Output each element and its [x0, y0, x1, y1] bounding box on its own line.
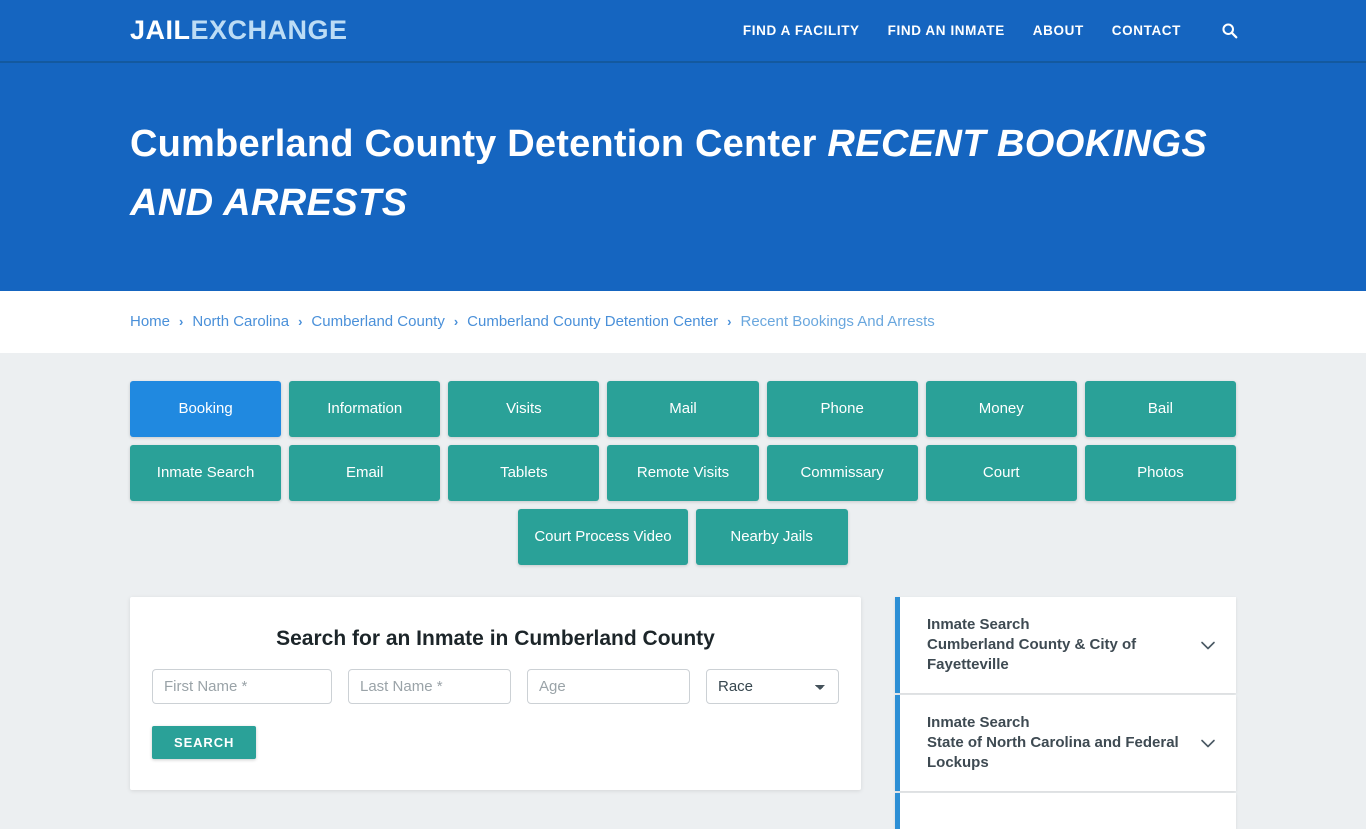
logo-text-primary: JAIL	[130, 15, 191, 45]
breadcrumb-item-home[interactable]: Home	[130, 313, 170, 330]
breadcrumb-separator-icon: ›	[727, 314, 732, 330]
tile-row-2: Inmate Search Email Tablets Remote Visit…	[130, 444, 1236, 501]
tile-commissary[interactable]: Commissary	[766, 444, 918, 501]
chevron-down-icon[interactable]	[1198, 733, 1218, 753]
accordion-item-state-federal[interactable]: Inmate Search State of North Carolina an…	[895, 695, 1236, 792]
tile-court[interactable]: Court	[925, 444, 1077, 501]
accordion-item-county-fayetteville[interactable]: Inmate Search Cumberland County & City o…	[895, 596, 1236, 694]
site-logo[interactable]: JAILEXCHANGE	[130, 15, 348, 46]
tile-row-1: Booking Information Visits Mail Phone Mo…	[130, 380, 1236, 437]
accordion-line-1: Inmate Search	[927, 714, 1030, 732]
accordion-line-1: Inmate Search	[927, 615, 1030, 633]
main-content: Booking Information Visits Mail Phone Mo…	[0, 353, 1366, 829]
site-header: JAILEXCHANGE FIND A FACILITY FIND AN INM…	[0, 0, 1366, 63]
breadcrumb-item-detention-center[interactable]: Cumberland County Detention Center	[467, 313, 718, 330]
breadcrumb-bar: Home › North Carolina › Cumberland Count…	[0, 290, 1366, 353]
nav-item-about[interactable]: ABOUT	[1033, 23, 1084, 38]
tile-booking[interactable]: Booking	[130, 380, 282, 437]
tile-bail[interactable]: Bail	[1084, 380, 1236, 437]
tile-tablets[interactable]: Tablets	[448, 444, 600, 501]
logo-text-secondary: EXCHANGE	[190, 15, 348, 45]
accordion-item-label: Inmate Search Cumberland County & City o…	[927, 615, 1188, 675]
tile-court-process-video[interactable]: Court Process Video	[518, 508, 688, 565]
race-select[interactable]: Race	[706, 668, 839, 704]
accordion-line-2: State of North Carolina and Federal Lock…	[927, 734, 1179, 772]
page-title-main: Cumberland County Detention Center	[130, 123, 817, 165]
hero-banner: Cumberland County Detention Center RECEN…	[0, 63, 1366, 291]
tile-money[interactable]: Money	[925, 380, 1077, 437]
content-columns: Search for an Inmate in Cumberland Count…	[130, 596, 1236, 829]
breadcrumb-item-cumberland-county[interactable]: Cumberland County	[311, 313, 444, 330]
search-submit-button[interactable]: SEARCH	[152, 725, 257, 759]
nav-item-find-an-inmate[interactable]: FIND AN INMATE	[888, 23, 1005, 38]
tile-email[interactable]: Email	[289, 444, 441, 501]
search-card-heading: Search for an Inmate in Cumberland Count…	[276, 626, 715, 650]
breadcrumb: Home › North Carolina › Cumberland Count…	[130, 313, 935, 330]
tile-nearby-jails[interactable]: Nearby Jails	[695, 508, 848, 565]
breadcrumb-item-north-carolina[interactable]: North Carolina	[192, 313, 289, 330]
breadcrumb-item-current: Recent Bookings And Arrests	[740, 313, 935, 331]
accordion-item-label: Inmate Search State of North Carolina an…	[927, 713, 1188, 773]
nav-item-contact[interactable]: CONTACT	[1112, 23, 1181, 38]
tile-inmate-search[interactable]: Inmate Search	[130, 444, 282, 501]
accordion-line-2: Cumberland County & City of Fayetteville	[927, 635, 1137, 673]
tile-phone[interactable]: Phone	[766, 380, 918, 437]
tile-remote-visits[interactable]: Remote Visits	[607, 444, 759, 501]
first-name-input[interactable]	[152, 668, 332, 704]
search-icon[interactable]	[1221, 22, 1238, 39]
right-sidebar: Inmate Search Cumberland County & City o…	[895, 596, 1236, 829]
inmate-search-accordion: Inmate Search Cumberland County & City o…	[895, 596, 1236, 829]
breadcrumb-separator-icon: ›	[453, 314, 459, 330]
breadcrumb-separator-icon: ›	[298, 314, 303, 330]
age-input[interactable]	[527, 668, 690, 704]
search-form-row: Race	[152, 668, 839, 704]
tile-mail[interactable]: Mail	[607, 380, 759, 437]
chevron-down-icon[interactable]	[1198, 635, 1218, 655]
last-name-input[interactable]	[348, 668, 511, 704]
facility-section-tiles: Booking Information Visits Mail Phone Mo…	[130, 380, 1236, 565]
breadcrumb-separator-icon: ›	[179, 314, 184, 330]
tile-information[interactable]: Information	[289, 380, 441, 437]
inmate-search-card: Search for an Inmate in Cumberland Count…	[130, 596, 861, 790]
tile-row-3: Court Process Video Nearby Jails	[130, 508, 1236, 565]
main-navigation: FIND A FACILITY FIND AN INMATE ABOUT CON…	[743, 22, 1238, 39]
nav-item-find-a-facility[interactable]: FIND A FACILITY	[743, 23, 860, 38]
left-column: Search for an Inmate in Cumberland Count…	[130, 596, 861, 829]
page-title: Cumberland County Detention Center RECEN…	[130, 115, 1236, 233]
tile-visits[interactable]: Visits	[448, 380, 600, 437]
accordion-item-next[interactable]	[895, 793, 1236, 829]
tile-photos[interactable]: Photos	[1084, 444, 1236, 501]
